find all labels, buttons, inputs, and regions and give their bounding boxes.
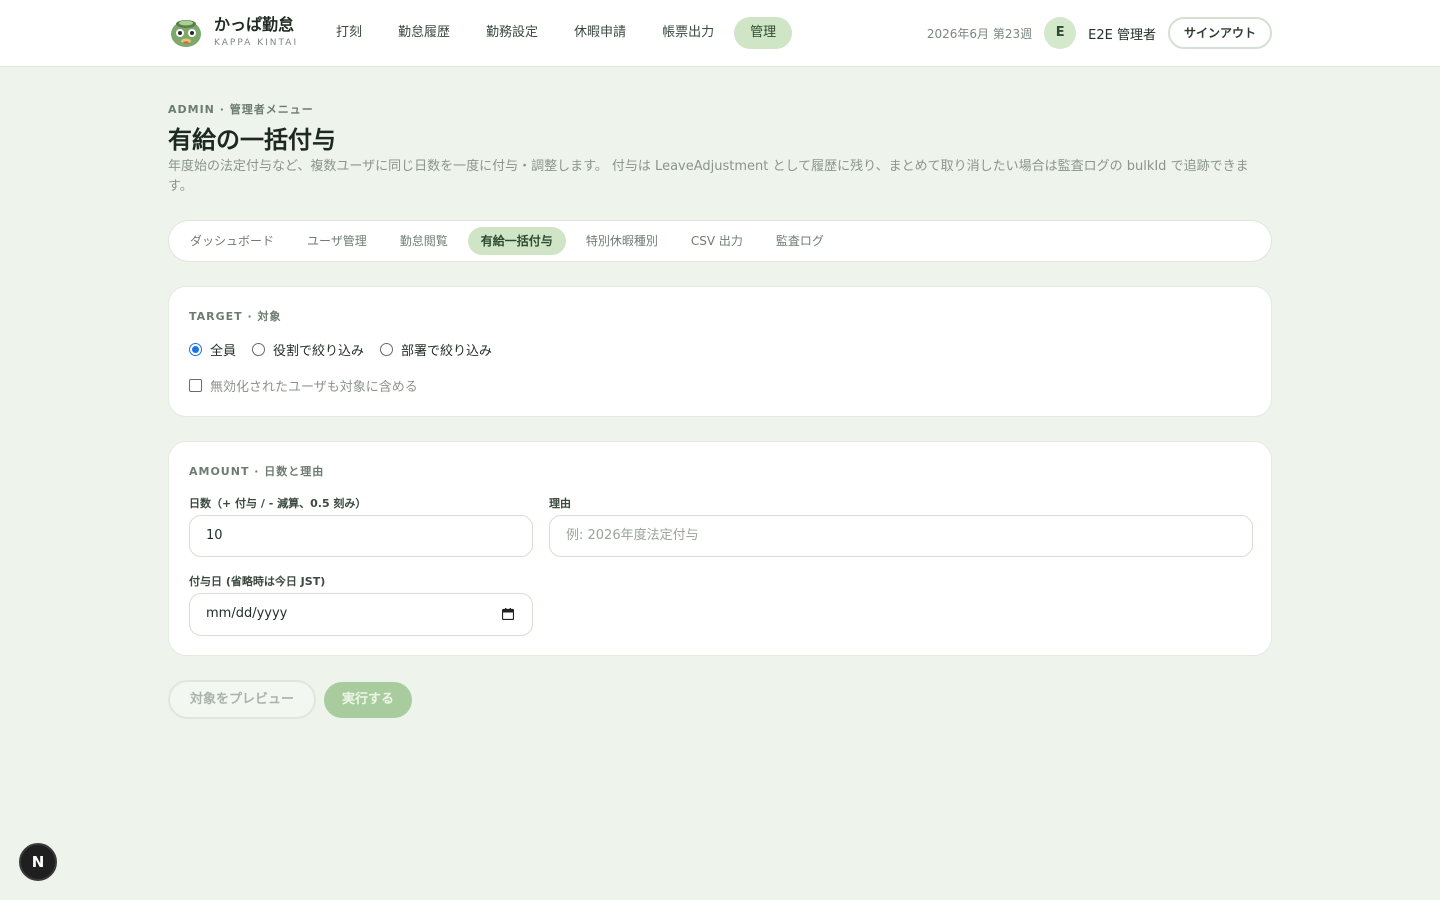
- app-subtitle: KAPPA KINTAI: [214, 38, 299, 48]
- execute-button[interactable]: 実行する: [324, 682, 412, 718]
- nav-item-admin[interactable]: 管理: [734, 17, 793, 49]
- target-option-all-label: 全員: [210, 344, 237, 359]
- target-radio-group: 全員 役割で絞り込み 部署で絞り込み: [189, 340, 508, 359]
- admin-subnav: ダッシュボード ユーザ管理 勤怠閲覧 有給一括付与 特別休暇種別 CSV 出力 …: [168, 220, 1272, 262]
- grant-date-placeholder: mm/dd/yyyy: [206, 606, 288, 621]
- page-description: 年度始の法定付与など、複数ユーザに同じ日数を一度に付与・調整します。 付与は L…: [168, 159, 1249, 194]
- nav-item-work-settings[interactable]: 勤務設定: [470, 17, 554, 49]
- tab-bulk-paid-leave[interactable]: 有給一括付与: [467, 227, 566, 255]
- top-header: かっぱ勤怠 KAPPA KINTAI 打刻 勤怠履歴 勤務設定 休暇申請 帳票出…: [0, 0, 1440, 67]
- page-eyebrow: ADMIN · 管理者メニュー: [168, 103, 314, 116]
- amount-card: AMOUNT · 日数と理由 日数（+ 付与 / - 減算、0.5 刻み） 10…: [168, 441, 1272, 656]
- tab-user-management[interactable]: ユーザ管理: [294, 227, 380, 255]
- target-option-department[interactable]: 部署で絞り込み: [380, 340, 492, 359]
- radio-department-button[interactable]: [380, 343, 394, 356]
- preview-targets-button[interactable]: 対象をプレビュー: [168, 680, 316, 719]
- include-disabled-option[interactable]: 無効化されたユーザも対象に含める: [189, 376, 418, 395]
- grant-date-field-label: 付与日 (省略時は今日 JST): [189, 575, 326, 588]
- calendar-icon[interactable]: [502, 608, 514, 620]
- tab-csv-export[interactable]: CSV 出力: [678, 227, 756, 255]
- user-name: E2E 管理者: [1088, 27, 1156, 43]
- tab-dashboard[interactable]: ダッシュボード: [177, 227, 287, 255]
- nav-item-history[interactable]: 勤怠履歴: [382, 17, 466, 49]
- page-title: 有給の一括付与: [168, 126, 336, 154]
- main-nav: 打刻 勤怠履歴 勤務設定 休暇申請 帳票出力 管理: [320, 17, 796, 49]
- week-label: 2026年6月 第23週: [926, 26, 1033, 41]
- days-field-label: 日数（+ 付与 / - 減算、0.5 刻み）: [189, 497, 367, 510]
- tab-attendance-view[interactable]: 勤怠閲覧: [387, 227, 461, 255]
- header-user-area: 2026年6月 第23週 E E2E 管理者 サインアウト: [927, 17, 1272, 49]
- signout-button[interactable]: サインアウト: [1167, 17, 1272, 49]
- days-input[interactable]: 10: [189, 515, 533, 557]
- tab-audit-log[interactable]: 監査ログ: [763, 227, 837, 255]
- reason-input[interactable]: 例: 2026年度法定付与: [549, 515, 1253, 557]
- amount-section-label: AMOUNT · 日数と理由: [189, 465, 325, 478]
- radio-all-button[interactable]: [189, 343, 202, 356]
- target-option-role-label: 役割で絞り込み: [273, 344, 365, 359]
- target-option-all[interactable]: 全員: [189, 340, 236, 359]
- nav-item-leave-request[interactable]: 休暇申請: [558, 17, 642, 49]
- target-card: TARGET · 対象 全員 役割で絞り込み 部署で絞り込み 無効化されたユーザ…: [168, 286, 1272, 417]
- app-name: かっぱ勤怠: [214, 15, 295, 34]
- nextjs-dev-badge[interactable]: N: [19, 843, 57, 881]
- radio-role-button[interactable]: [252, 343, 266, 356]
- include-disabled-label: 無効化されたユーザも対象に含める: [210, 380, 418, 395]
- target-section-label: TARGET · 対象: [189, 310, 282, 323]
- target-option-role[interactable]: 役割で絞り込み: [252, 340, 364, 359]
- brand[interactable]: かっぱ勤怠 KAPPA KINTAI: [168, 14, 298, 50]
- grant-date-input[interactable]: mm/dd/yyyy: [189, 593, 533, 636]
- include-disabled-checkbox[interactable]: [189, 379, 202, 392]
- reason-field-label: 理由: [549, 497, 571, 510]
- avatar[interactable]: E: [1044, 17, 1077, 49]
- nav-item-clock[interactable]: 打刻: [320, 17, 378, 49]
- kappa-logo-icon: [171, 20, 201, 47]
- tab-special-leave-types[interactable]: 特別休暇種別: [573, 227, 671, 255]
- nav-item-reports[interactable]: 帳票出力: [646, 17, 730, 49]
- target-option-department-label: 部署で絞り込み: [401, 344, 493, 359]
